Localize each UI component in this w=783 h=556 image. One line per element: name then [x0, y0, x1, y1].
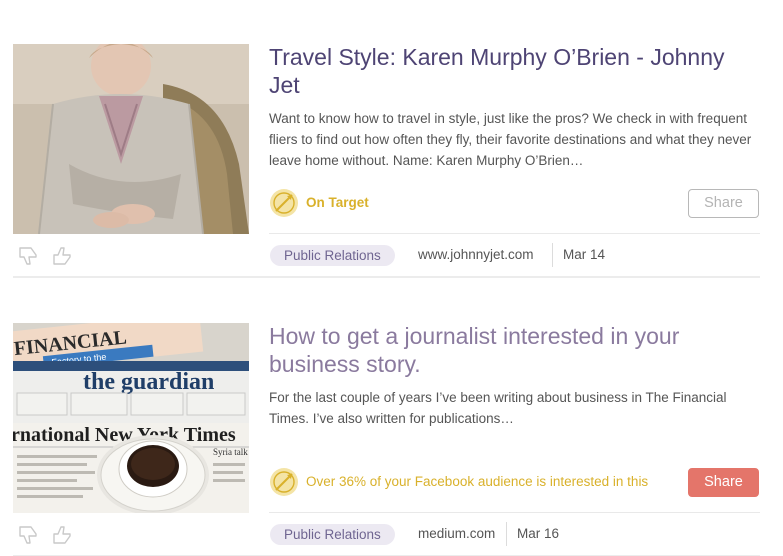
category-tag[interactable]: Public Relations — [270, 245, 395, 266]
target-row: Over 36% of your Facebook audience is in… — [269, 466, 759, 498]
article-thumbnail[interactable] — [13, 44, 249, 234]
thumbs-up-icon[interactable] — [51, 524, 73, 546]
thumbs-down-icon[interactable] — [17, 524, 39, 546]
source-link[interactable]: medium.com — [418, 525, 495, 543]
paper2-masthead: the guardian — [83, 369, 214, 395]
article-description: For the last couple of years I’ve been w… — [269, 390, 727, 426]
article-card: FINANCIAL Factory to the the guardian rn… — [13, 322, 760, 556]
article-date: Mar 16 — [517, 526, 560, 541]
target-badge-icon — [270, 189, 298, 217]
target-text: On Target — [306, 195, 369, 210]
thumbs-up-icon[interactable] — [51, 245, 73, 267]
side-headline: Syria talk — [213, 447, 248, 457]
article-title[interactable]: Travel Style: Karen Murphy O’Brien - Joh… — [269, 43, 759, 99]
meta-separator — [552, 243, 553, 267]
divider — [269, 233, 760, 234]
vote-controls — [17, 245, 77, 267]
share-button[interactable]: Share — [688, 468, 759, 497]
article-content: How to get a journalist interested in yo… — [269, 322, 759, 429]
article-date: Mar 14 — [563, 247, 606, 262]
newspapers-coffee-photo: FINANCIAL Factory to the the guardian rn… — [13, 323, 249, 513]
thumbs-down-icon[interactable] — [17, 245, 39, 267]
category-tag[interactable]: Public Relations — [270, 524, 395, 545]
article-title[interactable]: How to get a journalist interested in yo… — [269, 322, 759, 378]
article-thumbnail[interactable]: FINANCIAL Factory to the the guardian rn… — [13, 323, 249, 513]
article-card: Travel Style: Karen Murphy O’Brien - Joh… — [13, 43, 760, 278]
vote-controls — [17, 524, 77, 546]
article-content: Travel Style: Karen Murphy O’Brien - Joh… — [269, 43, 759, 171]
article-description: Want to know how to travel in style, jus… — [269, 111, 752, 168]
woman-portrait-photo — [13, 44, 249, 234]
share-button[interactable]: Share — [688, 189, 759, 218]
source-link[interactable]: www.johnnyjet.com — [418, 246, 534, 264]
target-badge-icon — [270, 468, 298, 496]
card-bottom-border — [13, 276, 760, 278]
meta-separator — [506, 522, 507, 546]
divider — [269, 512, 760, 513]
target-row: On Target Share — [269, 187, 759, 219]
target-text: Over 36% of your Facebook audience is in… — [306, 474, 649, 489]
